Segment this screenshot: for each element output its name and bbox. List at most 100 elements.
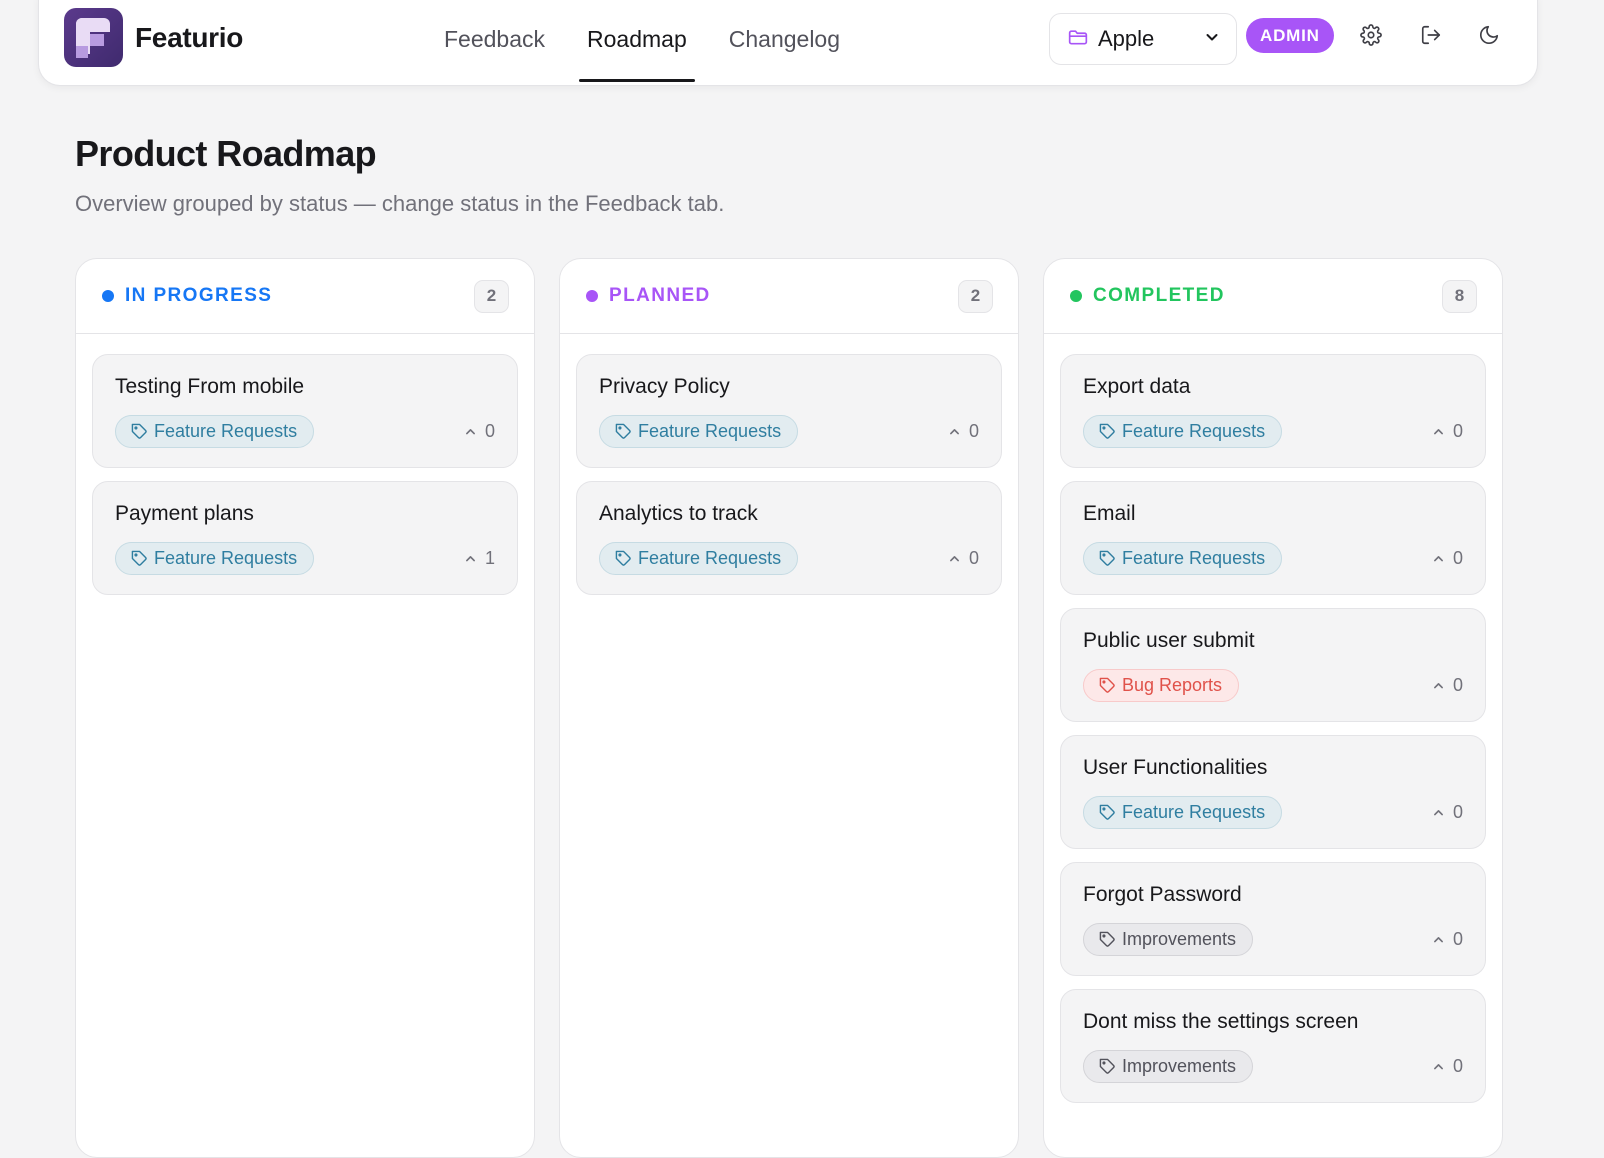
chevron-up-icon xyxy=(1434,810,1443,816)
chevron-up-icon xyxy=(466,429,475,435)
vote-count: 0 xyxy=(1452,675,1463,695)
brand-logo-link[interactable]: Featurio xyxy=(64,8,243,67)
card-title: User Functionalities xyxy=(1083,756,1268,779)
roadmap-card[interactable]: Analytics to track Feature Requests 0 xyxy=(576,481,1002,595)
category-tag: Improvements xyxy=(1083,1050,1254,1083)
roadmap-card[interactable]: Payment plans Feature Requests 1 xyxy=(92,481,518,595)
chevron-up-icon xyxy=(950,556,959,562)
chevron-up-icon xyxy=(1434,429,1443,435)
upvote-button[interactable]: 0 xyxy=(1432,929,1463,950)
upvote-button[interactable]: 0 xyxy=(948,421,979,442)
logout-icon xyxy=(1420,24,1442,51)
card-list: Testing From mobile Feature Requests 0 P… xyxy=(76,334,534,595)
tag-icon xyxy=(1099,550,1115,566)
tag-icon xyxy=(1099,423,1115,439)
tag-icon xyxy=(615,423,631,439)
upvote-button[interactable]: 0 xyxy=(1432,548,1463,569)
tag-label: Feature Requests xyxy=(1122,802,1266,822)
card-title: Dont miss the settings screen xyxy=(1083,1010,1359,1033)
project-name: Apple xyxy=(1098,26,1155,51)
project-selector[interactable]: Apple xyxy=(1049,13,1237,65)
tag-label: Feature Requests xyxy=(638,421,782,441)
roadmap-card[interactable]: User Functionalities Feature Requests 0 xyxy=(1060,735,1486,849)
gear-icon xyxy=(1360,23,1382,51)
column-title: IN PROGRESS xyxy=(125,285,273,306)
upvote-button[interactable]: 1 xyxy=(464,548,495,569)
settings-button[interactable] xyxy=(1356,22,1386,52)
vote-count: 0 xyxy=(1452,421,1463,441)
tag-icon xyxy=(1099,677,1115,693)
upvote-button[interactable]: 0 xyxy=(1432,1056,1463,1077)
vote-count: 0 xyxy=(1452,929,1463,949)
column-title: PLANNED xyxy=(609,285,711,306)
logo-icon xyxy=(64,8,123,67)
upvote-button[interactable]: 0 xyxy=(948,548,979,569)
tag-label: Improvements xyxy=(1122,1056,1237,1076)
tag-icon xyxy=(1099,1058,1115,1074)
main-nav: Feedback Roadmap Changelog xyxy=(444,0,882,82)
nav-roadmap[interactable]: Roadmap xyxy=(579,0,695,82)
card-title: Payment plans xyxy=(115,502,254,525)
roadmap-card[interactable]: Privacy Policy Feature Requests 0 xyxy=(576,354,1002,468)
tag-label: Improvements xyxy=(1122,929,1237,949)
card-title: Privacy Policy xyxy=(599,375,730,398)
nav-changelog[interactable]: Changelog xyxy=(729,0,840,82)
card-title: Export data xyxy=(1083,375,1191,398)
category-tag: Feature Requests xyxy=(115,415,315,448)
category-tag: Bug Reports xyxy=(1083,669,1240,702)
roadmap-card[interactable]: Public user submit Bug Reports 0 xyxy=(1060,608,1486,722)
vote-count: 1 xyxy=(484,548,495,568)
vote-count: 0 xyxy=(1452,802,1463,822)
roadmap-card[interactable]: Forgot Password Improvements 0 xyxy=(1060,862,1486,976)
upvote-button[interactable]: 0 xyxy=(1432,421,1463,442)
page-subtitle: Overview grouped by status — change stat… xyxy=(75,191,725,216)
tag-icon xyxy=(1099,931,1115,947)
tag-label: Bug Reports xyxy=(1122,675,1223,695)
moon-icon xyxy=(1478,24,1500,51)
top-navigation-bar: Featurio Feedback Roadmap Changelog Appl… xyxy=(38,0,1538,86)
chevron-up-icon xyxy=(1434,556,1443,562)
card-list: Export data Feature Requests 0 Email Fea… xyxy=(1044,334,1502,1103)
column-header: COMPLETED 8 xyxy=(1044,259,1502,334)
category-tag: Feature Requests xyxy=(599,415,799,448)
card-title: Analytics to track xyxy=(599,502,758,525)
tag-icon xyxy=(131,550,147,566)
vote-count: 0 xyxy=(968,421,979,441)
card-title: Email xyxy=(1083,502,1136,525)
page-title: Product Roadmap xyxy=(75,133,377,174)
upvote-button[interactable]: 0 xyxy=(1432,802,1463,823)
tag-icon xyxy=(1099,804,1115,820)
nav-feedback[interactable]: Feedback xyxy=(444,0,545,82)
column-in-progress: IN PROGRESS 2 Testing From mobile Featur… xyxy=(75,258,535,1158)
category-tag: Feature Requests xyxy=(1083,542,1283,575)
status-dot-icon xyxy=(1070,290,1082,302)
upvote-button[interactable]: 0 xyxy=(464,421,495,442)
card-title: Public user submit xyxy=(1083,629,1255,652)
brand-name: Featurio xyxy=(135,21,244,53)
tag-label: Feature Requests xyxy=(1122,548,1266,568)
column-header: PLANNED 2 xyxy=(560,259,1018,334)
chevron-down-icon xyxy=(1204,29,1220,50)
chevron-up-icon xyxy=(1434,683,1443,689)
tag-label: Feature Requests xyxy=(1122,421,1266,441)
card-title: Testing From mobile xyxy=(115,375,305,398)
column-count-badge: 8 xyxy=(1442,279,1477,313)
chevron-up-icon xyxy=(1434,1064,1443,1070)
vote-count: 0 xyxy=(968,548,979,568)
roadmap-card[interactable]: Email Feature Requests 0 xyxy=(1060,481,1486,595)
column-planned: PLANNED 2 Privacy Policy Feature Request… xyxy=(559,258,1019,1158)
column-header: IN PROGRESS 2 xyxy=(76,259,534,334)
theme-toggle-button[interactable] xyxy=(1474,22,1504,52)
card-title: Forgot Password xyxy=(1083,883,1242,906)
upvote-button[interactable]: 0 xyxy=(1432,675,1463,696)
category-tag: Improvements xyxy=(1083,923,1254,956)
tag-label: Feature Requests xyxy=(154,548,298,568)
vote-count: 0 xyxy=(484,421,495,441)
tag-icon xyxy=(131,423,147,439)
logout-button[interactable] xyxy=(1416,22,1446,52)
roadmap-card[interactable]: Dont miss the settings screen Improvemen… xyxy=(1060,989,1486,1103)
roadmap-card[interactable]: Testing From mobile Feature Requests 0 xyxy=(92,354,518,468)
roadmap-card[interactable]: Export data Feature Requests 0 xyxy=(1060,354,1486,468)
chevron-up-icon xyxy=(466,556,475,562)
column-completed: COMPLETED 8 Export data Feature Requests… xyxy=(1043,258,1503,1158)
